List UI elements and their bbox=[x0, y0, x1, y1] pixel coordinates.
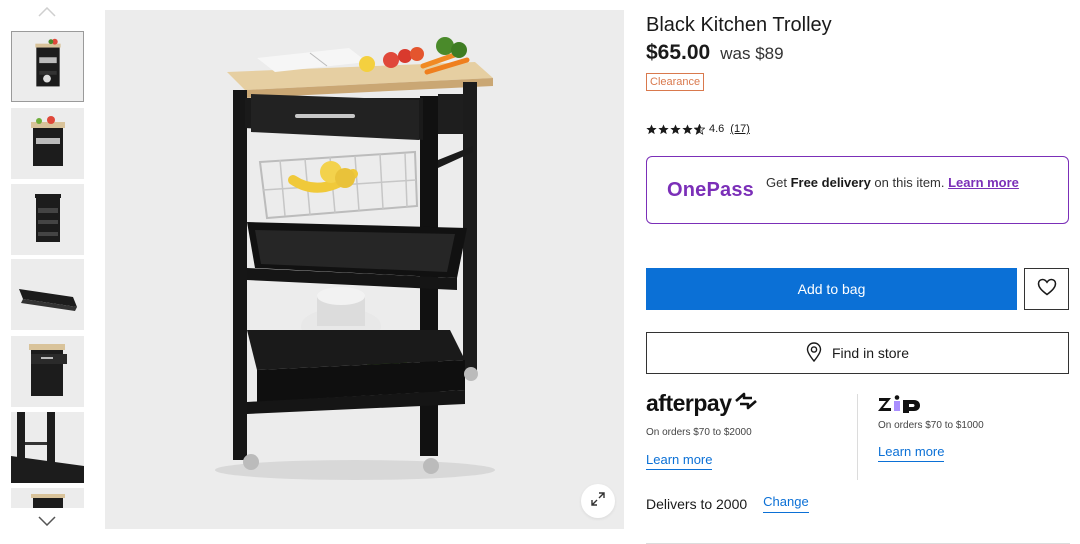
zip-learn-more-link[interactable]: Learn more bbox=[878, 444, 945, 462]
was-price: was $89 bbox=[720, 44, 784, 63]
chevron-up-icon[interactable] bbox=[37, 5, 57, 19]
thumbnail-1[interactable] bbox=[11, 31, 84, 102]
rating-value: 4.6 bbox=[709, 123, 725, 135]
thumbnail-3[interactable] bbox=[11, 184, 84, 255]
onepass-free-delivery: Free delivery bbox=[790, 175, 871, 190]
current-price: $65.00 bbox=[646, 41, 711, 64]
product-title: Black Kitchen Trolley bbox=[646, 14, 832, 36]
price-row: $65.00 was $89 bbox=[646, 41, 784, 65]
payment-divider bbox=[857, 394, 858, 480]
star-icon bbox=[646, 123, 657, 134]
star-icon bbox=[670, 123, 681, 134]
rating-row[interactable]: 4.6 (17) bbox=[646, 123, 750, 135]
find-in-store-button[interactable]: Find in store bbox=[646, 332, 1069, 374]
add-to-bag-button[interactable]: Add to bag bbox=[646, 268, 1017, 310]
review-count-link[interactable]: (17) bbox=[730, 123, 750, 135]
onepass-text-after: on this item. bbox=[870, 175, 949, 190]
thumbnail-4[interactable] bbox=[11, 259, 84, 330]
thumbnail-2[interactable] bbox=[11, 108, 84, 179]
delivery-text: Delivers to 2000 bbox=[646, 495, 748, 512]
onepass-text-before: Get bbox=[766, 175, 791, 190]
zip-subtext: On orders $70 to $1000 bbox=[878, 420, 984, 431]
heart-icon bbox=[1037, 278, 1057, 301]
expand-icon bbox=[590, 491, 606, 512]
location-pin-icon bbox=[806, 341, 822, 365]
find-in-store-label: Find in store bbox=[831, 345, 910, 361]
onepass-learn-more-link[interactable]: Learn more bbox=[948, 175, 1019, 190]
afterpay-learn-more-link[interactable]: Learn more bbox=[646, 452, 713, 470]
zip-logo-icon bbox=[878, 395, 920, 413]
half-star-icon bbox=[694, 123, 705, 135]
thumbnail-rail bbox=[0, 0, 96, 544]
afterpay-arrows-icon bbox=[733, 390, 759, 417]
afterpay-wordmark: afterpay bbox=[646, 390, 732, 416]
main-product-image[interactable] bbox=[105, 10, 624, 529]
onepass-banner: OnePass Get Free delivery on this item. … bbox=[646, 156, 1069, 224]
chevron-down-icon[interactable] bbox=[37, 514, 57, 528]
afterpay-logo: afterpay bbox=[646, 390, 846, 417]
delivery-row: Delivers to 2000 Change bbox=[646, 494, 809, 513]
star-icon bbox=[658, 123, 669, 134]
change-postcode-link[interactable]: Change bbox=[763, 494, 809, 513]
thumbnail-5[interactable] bbox=[11, 336, 84, 407]
wishlist-button[interactable] bbox=[1024, 268, 1069, 310]
zip-block: On orders $70 to $1000 Learn more bbox=[878, 394, 1068, 462]
star-icon bbox=[682, 123, 693, 134]
onepass-message: Get Free delivery on this item. Learn mo… bbox=[766, 175, 1056, 191]
afterpay-block: afterpay On orders $70 to $2000 Learn mo… bbox=[646, 390, 846, 470]
thumbnail-7[interactable] bbox=[11, 488, 84, 508]
star-rating bbox=[646, 123, 705, 135]
afterpay-subtext: On orders $70 to $2000 bbox=[646, 427, 752, 438]
thumbnail-6[interactable] bbox=[11, 412, 84, 483]
expand-image-button[interactable] bbox=[581, 484, 615, 518]
zip-logo bbox=[878, 394, 1068, 414]
clearance-badge: Clearance bbox=[646, 73, 705, 91]
kitchen-trolley-illustration bbox=[215, 37, 495, 480]
onepass-logo: OnePass bbox=[667, 179, 755, 201]
